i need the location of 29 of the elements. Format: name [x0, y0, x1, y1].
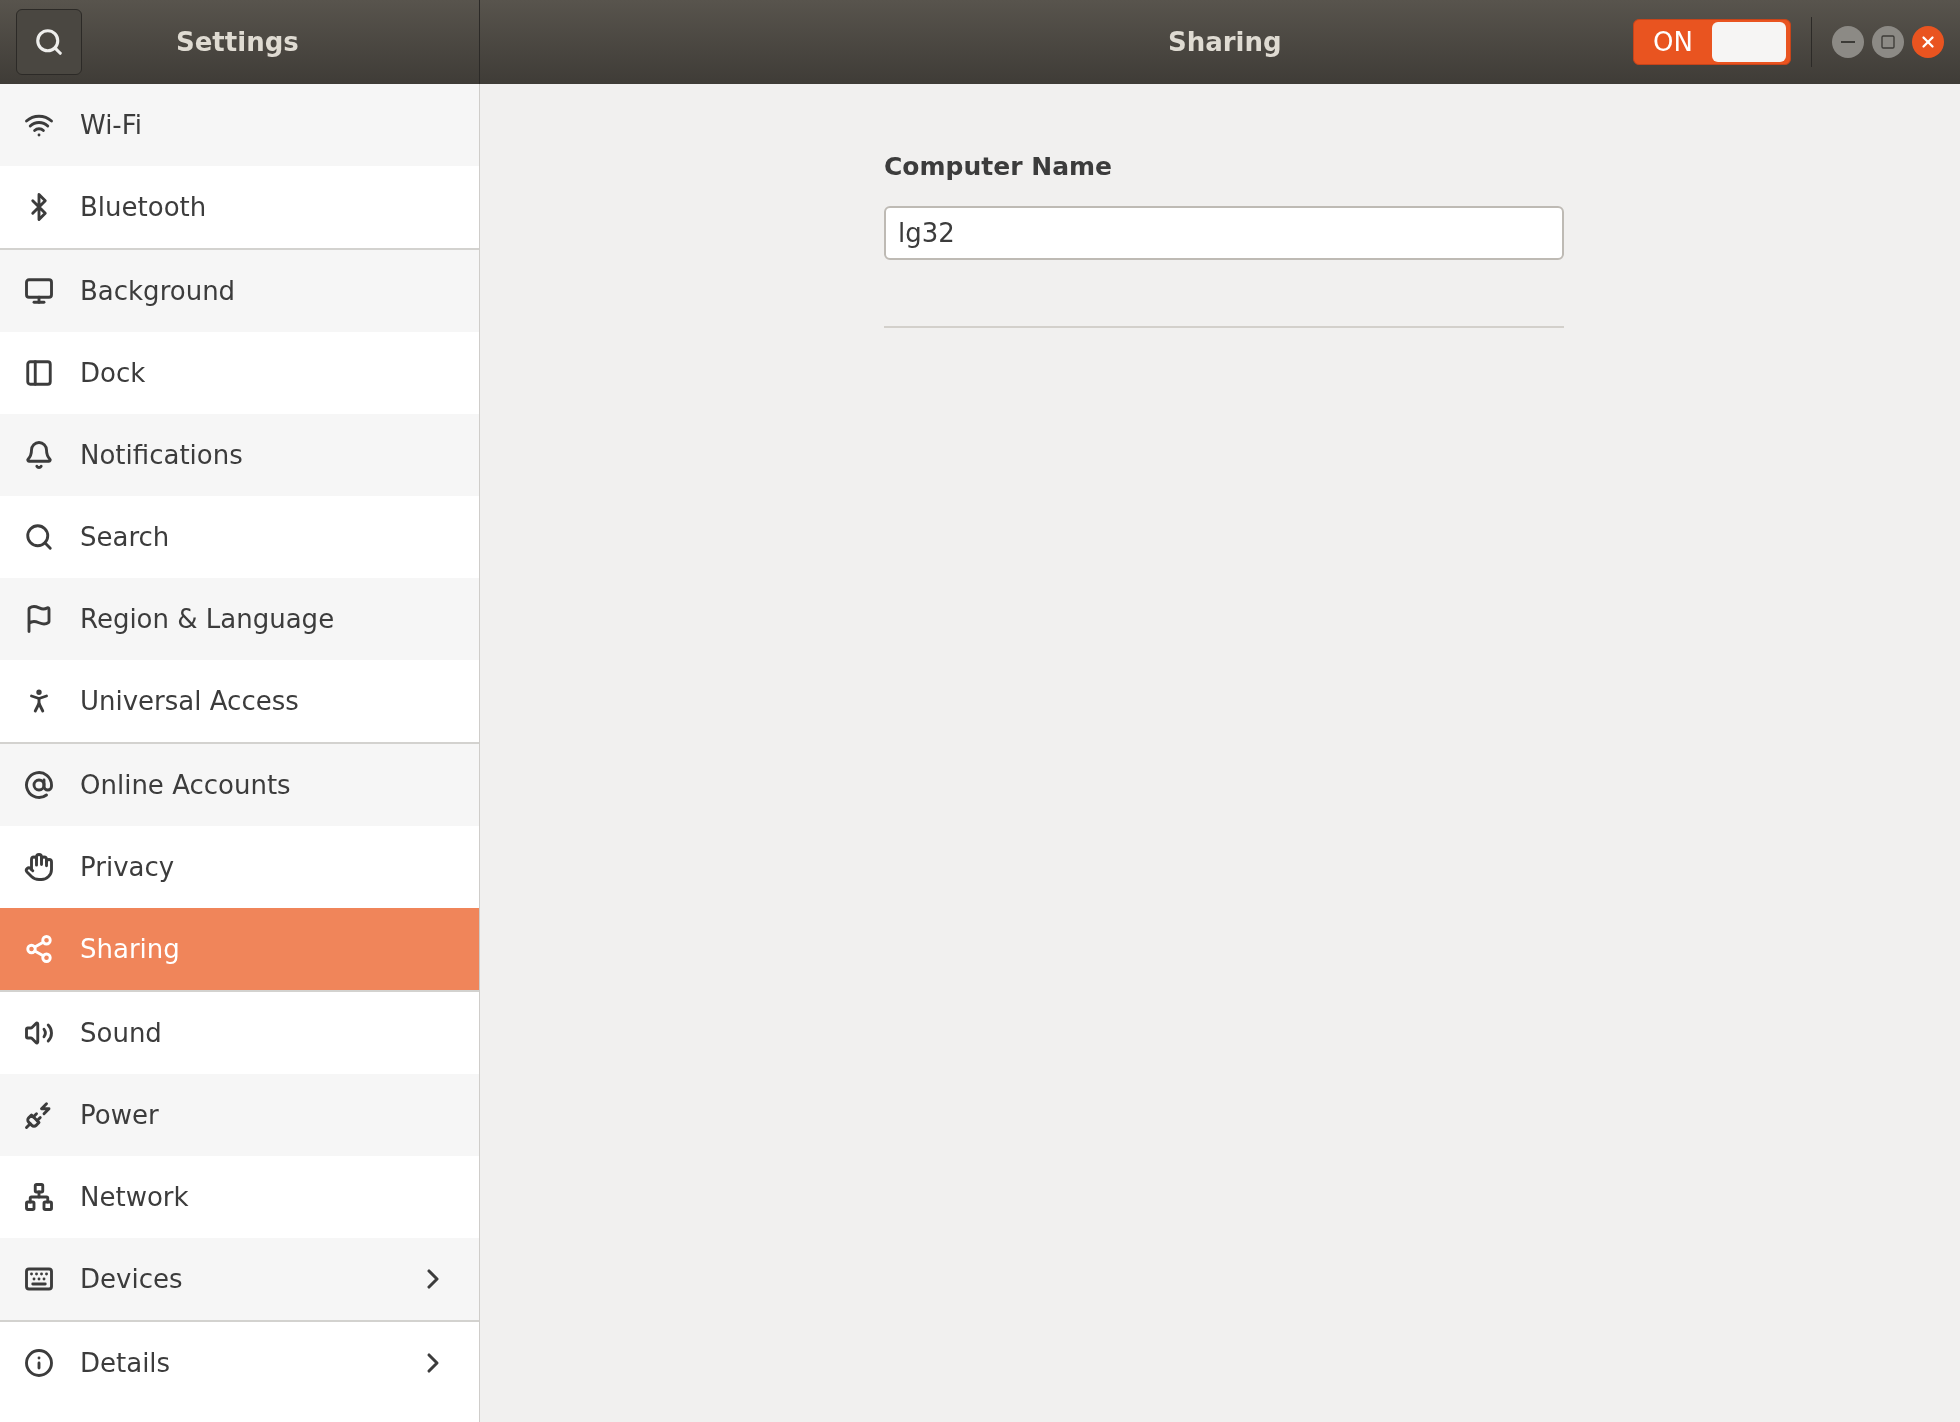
minus-icon: [1841, 41, 1855, 43]
sidebar-item[interactable]: Power: [0, 1074, 479, 1156]
computer-name-field[interactable]: lg32: [884, 205, 1564, 260]
share-icon: [24, 934, 54, 964]
minimize-button[interactable]: [1832, 26, 1864, 58]
info-icon: [24, 1348, 54, 1378]
network-icon: [24, 1182, 54, 1212]
window-title: Sharing: [1168, 25, 1282, 59]
search-button[interactable]: [16, 9, 82, 75]
at-sign-icon: [24, 770, 54, 800]
sidebar-title: Settings: [176, 25, 299, 59]
bell-icon: [24, 440, 54, 470]
field-label: Computer Name: [884, 151, 1113, 183]
sidebar-item[interactable]: Notifications: [0, 414, 479, 496]
sidebar-item[interactable]: Online Accounts: [0, 744, 479, 826]
monitor-icon: [24, 276, 54, 306]
search-icon: [34, 27, 64, 57]
sharing-switch[interactable]: ON: [1633, 19, 1791, 65]
close-button[interactable]: [1912, 26, 1944, 58]
close-icon: [1919, 33, 1937, 51]
sidebar-item[interactable]: Background: [0, 250, 479, 332]
sidebar-item[interactable]: Wi-Fi: [0, 84, 479, 166]
maximize-button[interactable]: [1872, 26, 1904, 58]
square-icon: [1880, 34, 1896, 50]
sidebar-item[interactable]: Region & Language: [0, 578, 479, 660]
dock-icon: [24, 358, 54, 388]
sidebar-item[interactable]: Devices: [0, 1238, 479, 1320]
search-icon: [24, 522, 54, 552]
hand-icon: [24, 852, 54, 882]
